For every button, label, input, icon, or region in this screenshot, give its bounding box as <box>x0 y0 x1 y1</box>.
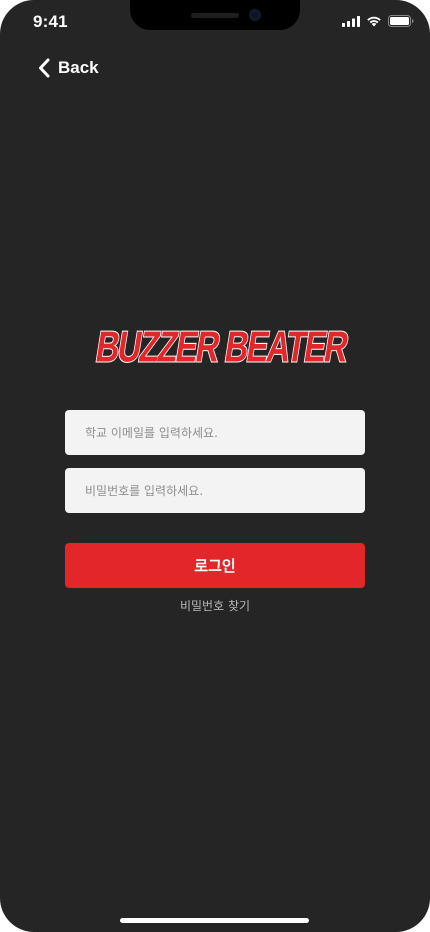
find-password-link[interactable]: 비밀번호 찾기 <box>65 597 365 614</box>
back-button[interactable]: Back <box>38 58 99 78</box>
email-field[interactable] <box>65 410 365 455</box>
device-notch <box>130 0 300 30</box>
status-icons <box>342 15 414 27</box>
status-time: 9:41 <box>33 12 68 31</box>
back-label: Back <box>58 58 99 77</box>
notch-speaker <box>191 13 239 18</box>
logo-text: BUZZER BEATER <box>93 323 352 371</box>
login-screen: 9:41 Back BUZZER BEATER 학교 이메일를 입력하세요. 로… <box>0 0 430 932</box>
password-field[interactable] <box>65 468 365 513</box>
chevron-left-icon <box>39 58 50 78</box>
wifi-icon <box>367 16 381 27</box>
front-camera <box>249 9 261 21</box>
home-indicator <box>120 918 309 923</box>
buzzer-beater-logo: BUZZER BEATER <box>92 322 353 372</box>
login-button[interactable]: 로그인 <box>65 543 365 588</box>
cellular-signal-icon <box>342 15 360 27</box>
battery-icon <box>388 15 414 27</box>
